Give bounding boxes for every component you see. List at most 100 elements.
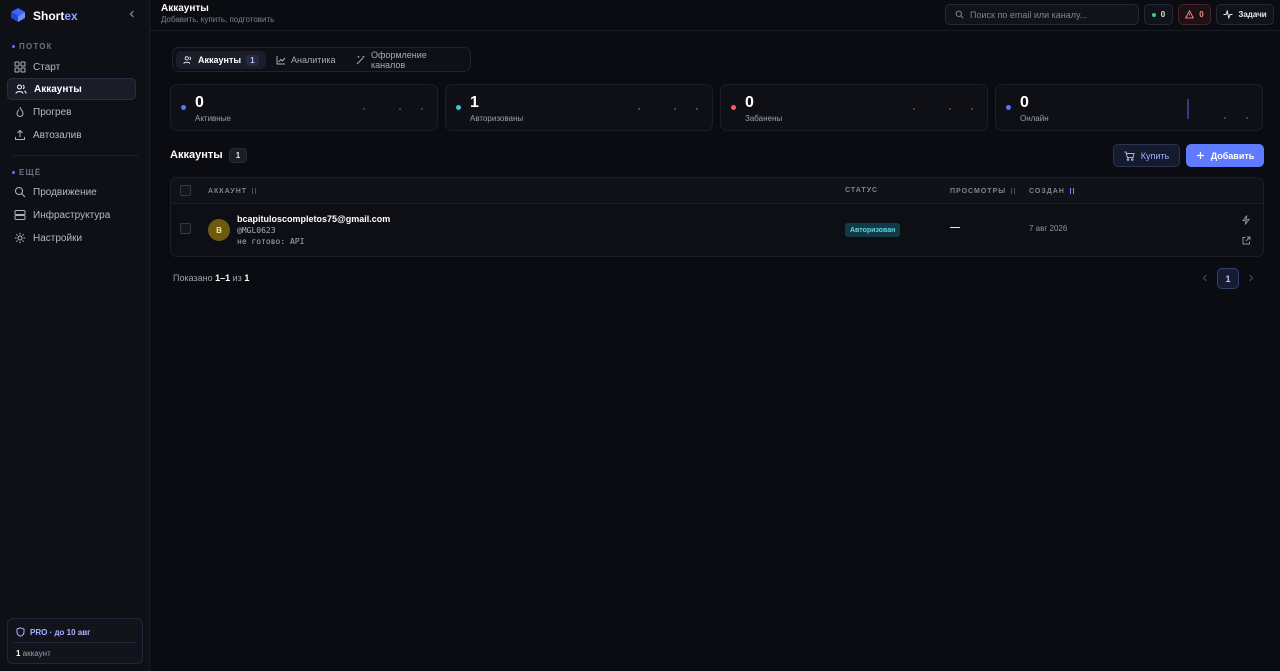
stat-value: 1 <box>470 94 479 111</box>
flame-icon <box>16 106 24 117</box>
previous-page-button[interactable] <box>1199 271 1211 285</box>
plan-account-count: 1 аккаунт <box>16 649 51 658</box>
topbar: Аккаунты Добавить, купить, подготовить 0… <box>150 0 1280 31</box>
account-email[interactable]: bcapituloscompletos75@gmail.com <box>237 214 390 224</box>
users-icon <box>183 56 192 64</box>
upload-icon <box>15 129 25 140</box>
users-icon <box>15 84 27 94</box>
lightning-icon <box>1242 215 1250 225</box>
accounts-table: АККАУНТ СТАТУС ПРОСМОТРЫ СОЗДАН B bcapit… <box>170 177 1264 257</box>
status-badge: Авторизован <box>845 223 901 237</box>
alert-count: 0 <box>1199 10 1204 19</box>
buy-button[interactable]: Купить <box>1113 144 1180 167</box>
stat-value: 0 <box>1020 94 1029 111</box>
buy-label: Купить <box>1140 150 1170 161</box>
add-label: Добавить <box>1210 150 1255 161</box>
settings-icon <box>14 232 26 244</box>
tab-accounts[interactable]: Аккаунты 1 <box>176 51 266 69</box>
search-icon <box>955 10 964 19</box>
table-header: АККАУНТ СТАТУС ПРОСМОТРЫ СОЗДАН <box>171 178 1263 204</box>
sidebar-item-label: Настройки <box>33 232 83 244</box>
sort-active-icon <box>1069 188 1074 194</box>
account-handle: @MGL0623 <box>237 226 276 235</box>
search-input[interactable] <box>970 9 1130 20</box>
stat-card-authorized: 1 Авторизованы <box>445 84 713 131</box>
column-header-account[interactable]: АККАУНТ <box>208 187 257 195</box>
sidebar-item-infrastructure[interactable]: Инфраструктура <box>7 204 136 226</box>
page-subtitle: Добавить, купить, подготовить <box>161 15 275 24</box>
tab-analytics[interactable]: Аналитика <box>269 51 343 69</box>
warning-icon <box>1185 10 1195 19</box>
cart-icon <box>1124 151 1135 161</box>
status-dot-icon <box>456 105 461 110</box>
stat-value: 0 <box>195 94 204 111</box>
sparkline <box>913 108 973 110</box>
status-dot-icon <box>1006 105 1011 110</box>
account-views: — <box>950 222 960 233</box>
account-created: 7 авг 2026 <box>1029 224 1068 233</box>
tab-badge: 1 <box>246 54 259 66</box>
sidebar: Shortex ПОТОК Старт Аккаунты Прогрев Авт… <box>0 0 150 671</box>
plan-divider <box>14 642 136 643</box>
collapse-sidebar-button[interactable] <box>125 7 139 21</box>
open-external-button[interactable] <box>1240 234 1252 246</box>
sidebar-item-autoupload[interactable]: Автозалив <box>7 124 136 146</box>
stat-label: Забанены <box>745 114 783 123</box>
sidebar-divider <box>12 155 138 156</box>
tab-label: Аналитика <box>291 55 336 65</box>
status-dot-icon <box>181 105 186 110</box>
chevron-right-icon <box>1249 274 1254 282</box>
search-box[interactable] <box>945 4 1139 25</box>
magic-wand-icon <box>356 55 365 65</box>
sidebar-item-settings[interactable]: Настройки <box>7 227 136 249</box>
sidebar-item-accounts[interactable]: Аккаунты <box>7 78 136 100</box>
ok-indicator[interactable]: 0 <box>1144 4 1173 25</box>
section-label-more: ЕЩЁ <box>12 168 41 177</box>
sidebar-item-warmup[interactable]: Прогрев <box>7 101 136 123</box>
stat-card-banned: 0 Забанены <box>720 84 988 131</box>
avatar: B <box>208 219 230 241</box>
external-link-icon <box>1242 236 1250 244</box>
sidebar-item-label: Прогрев <box>33 106 72 118</box>
brand-name: Shortex <box>33 9 78 23</box>
tab-channel-design[interactable]: Оформление каналов <box>349 50 470 70</box>
quick-action-button[interactable] <box>1240 214 1252 226</box>
sparkline <box>363 108 423 110</box>
add-button[interactable]: Добавить <box>1186 144 1264 167</box>
tasks-button[interactable]: Задачи <box>1216 4 1274 25</box>
tab-label: Оформление каналов <box>370 50 427 70</box>
plus-icon <box>1196 152 1204 159</box>
accounts-count-badge: 1 <box>229 148 247 163</box>
plan-card[interactable]: PRO · до 10 авг 1 аккаунт <box>7 618 143 664</box>
column-header-views[interactable]: ПРОСМОТРЫ <box>950 187 1016 195</box>
tasks-label: Задачи <box>1238 10 1267 19</box>
tabs-bar: Аккаунты 1 Аналитика Оформление каналов <box>172 47 471 72</box>
stat-label: Авторизованы <box>470 114 524 123</box>
chevron-left-icon <box>1202 274 1207 282</box>
page-button[interactable]: 1 <box>1217 268 1239 289</box>
activity-icon <box>1223 10 1233 19</box>
next-page-button[interactable] <box>1245 271 1257 285</box>
sidebar-item-start[interactable]: Старт <box>7 56 136 78</box>
brand[interactable]: Shortex <box>10 7 78 25</box>
shield-icon <box>16 627 25 637</box>
row-checkbox[interactable] <box>180 223 191 234</box>
alerts-indicator[interactable]: 0 <box>1178 4 1211 25</box>
plan-label: PRO · до 10 авг <box>16 627 90 637</box>
sidebar-item-label: Инфраструктура <box>33 209 111 221</box>
chevron-left-icon <box>129 10 134 18</box>
sidebar-item-promotion[interactable]: Продвижение <box>7 181 136 203</box>
stat-card-online: 0 Онлайн <box>995 84 1263 131</box>
section-label-flow: ПОТОК <box>12 42 53 51</box>
sidebar-item-label: Старт <box>33 61 61 73</box>
pagination-summary: Показано 1–1 из 1 <box>173 273 250 283</box>
sort-icon <box>1011 188 1016 194</box>
status-dot-icon <box>731 105 736 110</box>
sparkline <box>1187 99 1248 119</box>
server-icon <box>14 210 26 220</box>
logo-icon <box>10 7 26 26</box>
accounts-section-title: Аккаунты <box>170 149 223 161</box>
column-header-created[interactable]: СОЗДАН <box>1029 187 1075 195</box>
ok-count: 0 <box>1160 10 1166 19</box>
select-all-checkbox[interactable] <box>180 185 191 196</box>
